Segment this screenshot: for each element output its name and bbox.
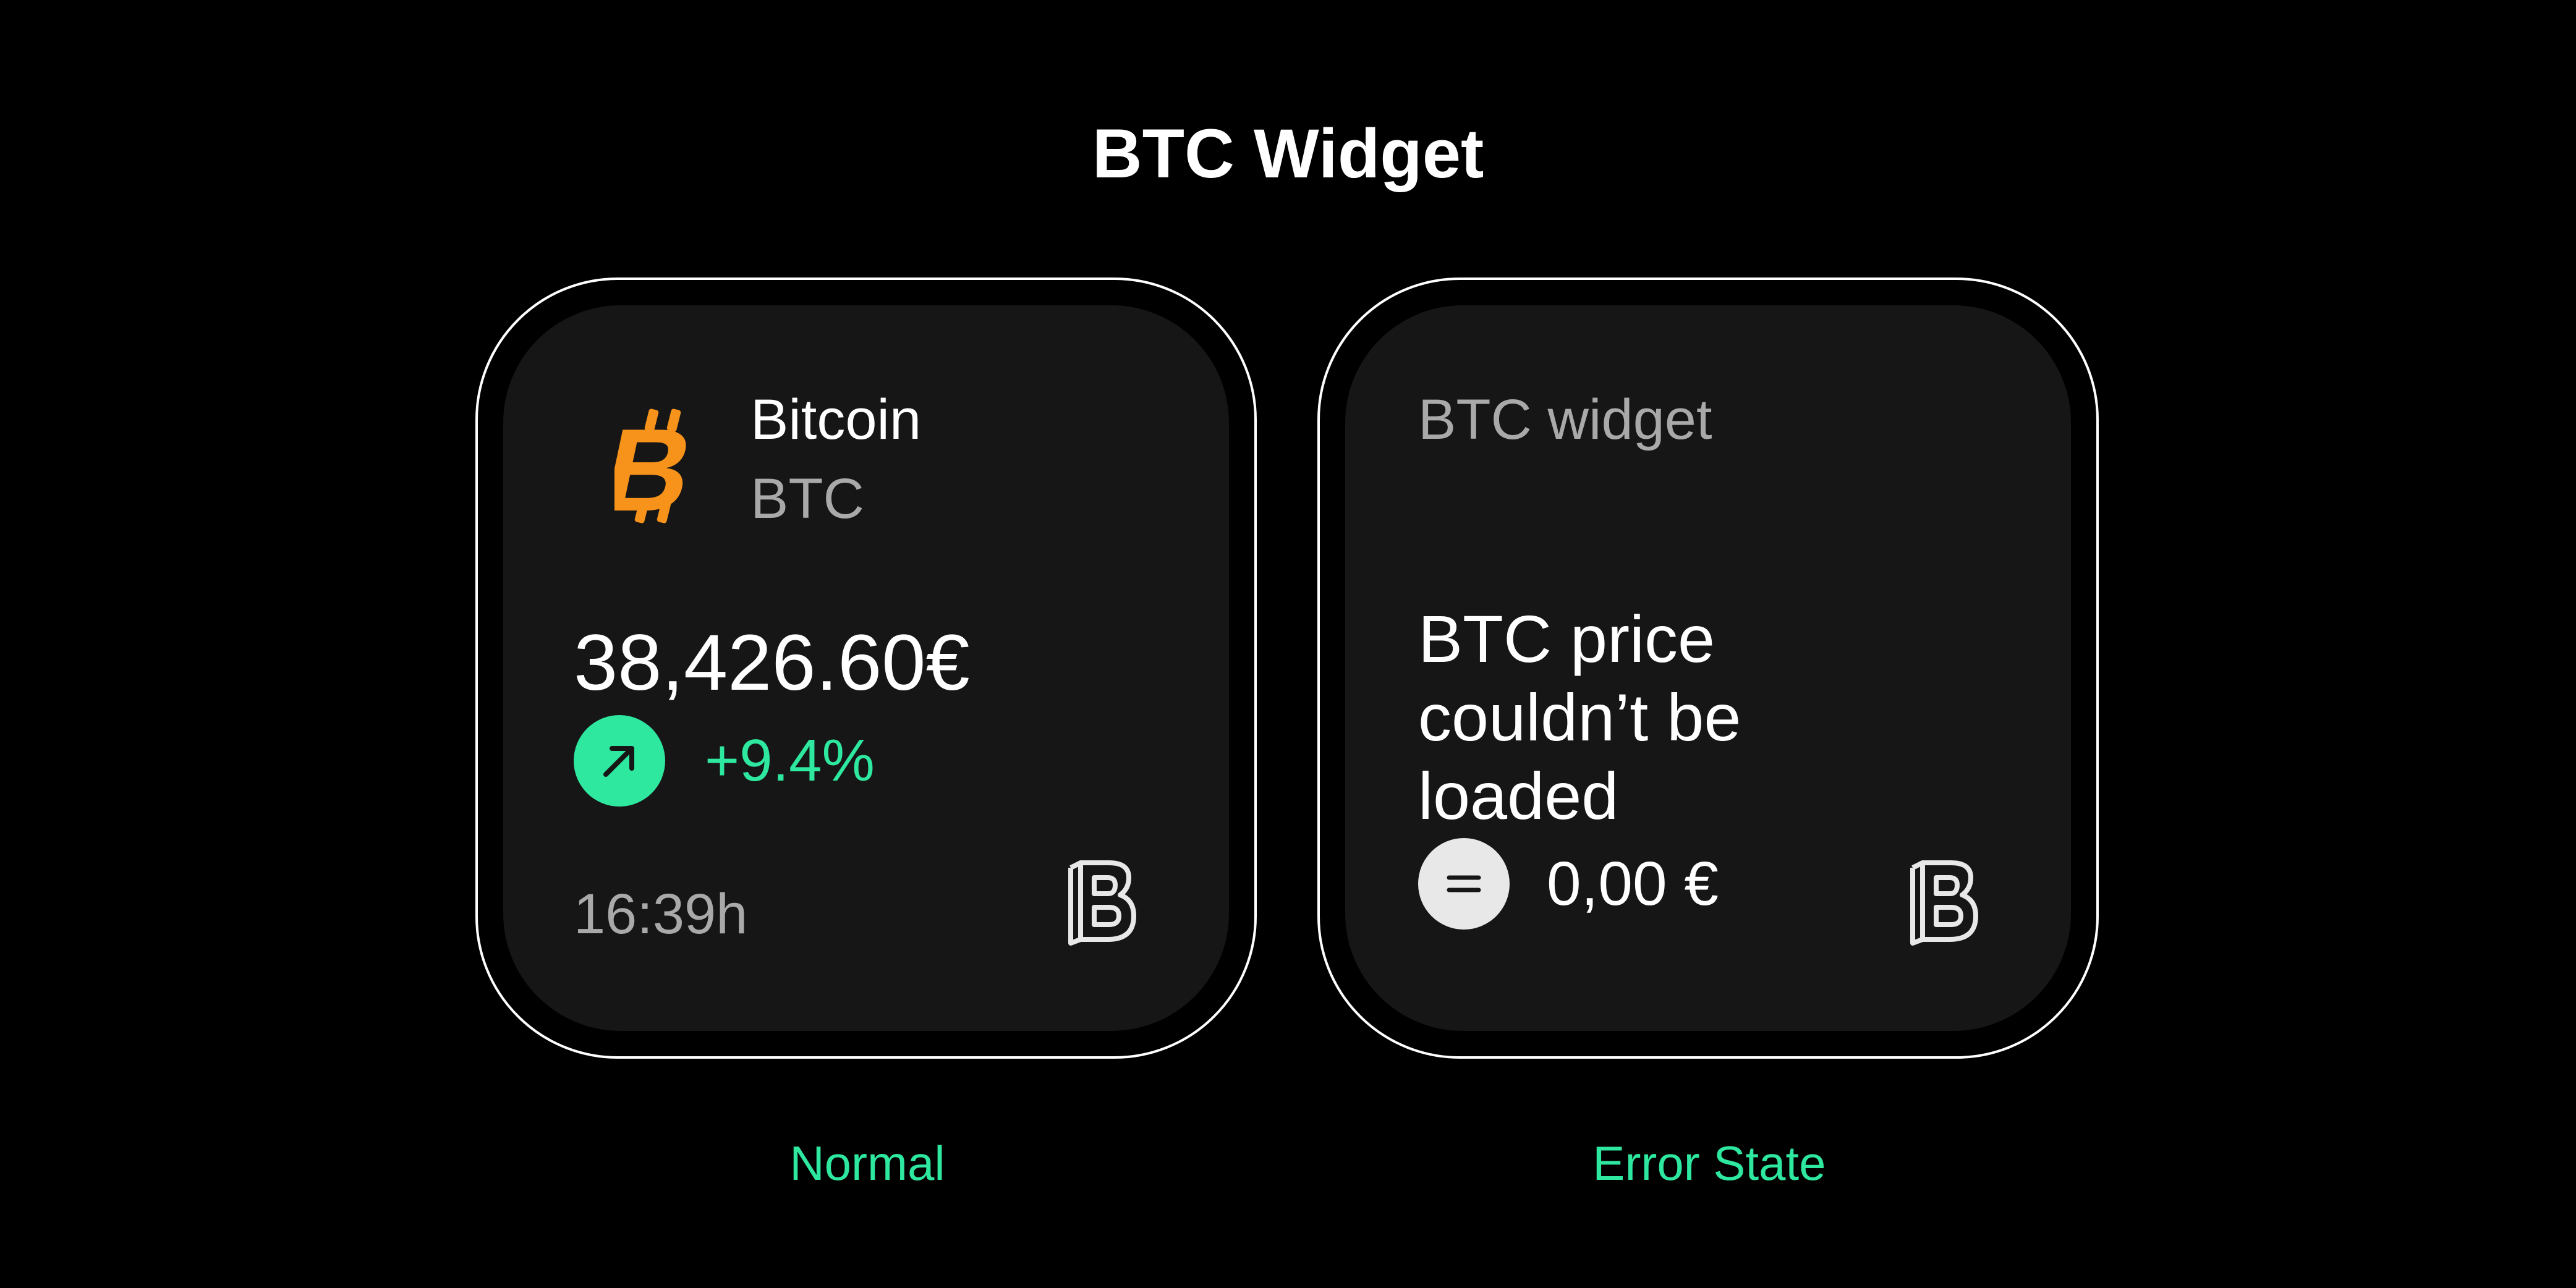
error-message-line-1: BTC price [1418, 601, 1715, 676]
error-message-line-2: couldn’t be [1418, 680, 1741, 755]
widget-frame-error: BTC widget BTC price couldn’t be loaded … [1317, 278, 2099, 1059]
error-message-line-3: loaded [1418, 758, 1619, 833]
price-change: +9.4% [705, 727, 875, 794]
update-time: 16:39h [574, 883, 748, 946]
btc-widget-normal[interactable]: B Bitcoin BTC 38,426.60€ +9.4% 16:39h [503, 305, 1229, 1031]
svg-text:B: B [614, 404, 705, 528]
price-value: 0,00 € [1547, 849, 1719, 918]
btc-widget-error[interactable]: BTC widget BTC price couldn’t be loaded … [1345, 305, 2071, 1031]
price-value: 38,426.60€ [574, 619, 970, 707]
caption-normal: Normal [789, 1136, 945, 1190]
coin-ticker: BTC [750, 467, 864, 530]
bitpanda-logo-icon [1065, 849, 1141, 948]
widget-frame-normal: B Bitcoin BTC 38,426.60€ +9.4% 16:39h [475, 278, 1257, 1059]
error-message: BTC price couldn’t be loaded [1418, 600, 1851, 835]
equals-icon [1418, 838, 1510, 930]
page-title: BTC Widget [1092, 115, 1484, 192]
bitcoin-icon: B [592, 404, 713, 536]
coin-name: Bitcoin [750, 388, 922, 451]
widget-label: BTC widget [1418, 388, 1712, 451]
caption-error: Error State [1592, 1136, 1826, 1190]
bitpanda-logo-icon [1906, 849, 1983, 948]
arrow-up-right-icon [574, 715, 665, 807]
